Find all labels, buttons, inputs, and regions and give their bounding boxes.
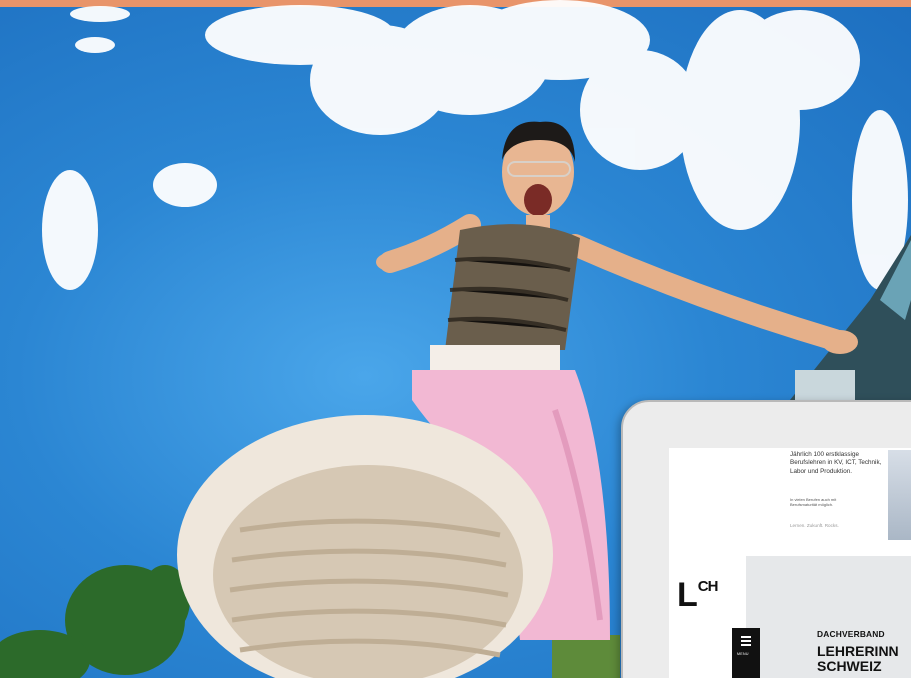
left-hand (376, 253, 404, 271)
tablet-screen: Jährlich 100 erstklassige Berufslehren i… (669, 448, 911, 678)
kicker-text: DACHVERBAND (817, 629, 885, 639)
menu-button[interactable]: MENU (732, 628, 760, 678)
ad-headline: Jährlich 100 erstklassige Berufslehren i… (790, 451, 882, 475)
waistband (430, 345, 560, 370)
right-hand (822, 330, 858, 354)
hamburger-icon (741, 640, 751, 642)
title-line-2: SCHWEIZ (817, 658, 882, 674)
logo-letter: L (677, 576, 698, 614)
lch-logo: LCH (677, 576, 719, 615)
photo-scene: Jährlich 100 erstklassige Berufslehren i… (0, 0, 911, 678)
trees (0, 565, 190, 678)
ad-note: In vielen Berufen auch mit Berufsmaturit… (790, 497, 837, 507)
title-line-1: LEHRERINN (817, 643, 899, 659)
ad-tags: Lernen. Zukunft. Rocks. (790, 523, 839, 528)
hamburger-icon (741, 636, 751, 638)
logo-superscript: CH (697, 578, 719, 595)
hamburger-icon (741, 644, 751, 646)
site-title: LEHRERINN SCHWEIZ (817, 644, 899, 674)
ad-photo (888, 450, 911, 540)
person-head (502, 121, 575, 240)
menu-label: MENU (737, 652, 749, 656)
patterned-top (445, 224, 580, 350)
